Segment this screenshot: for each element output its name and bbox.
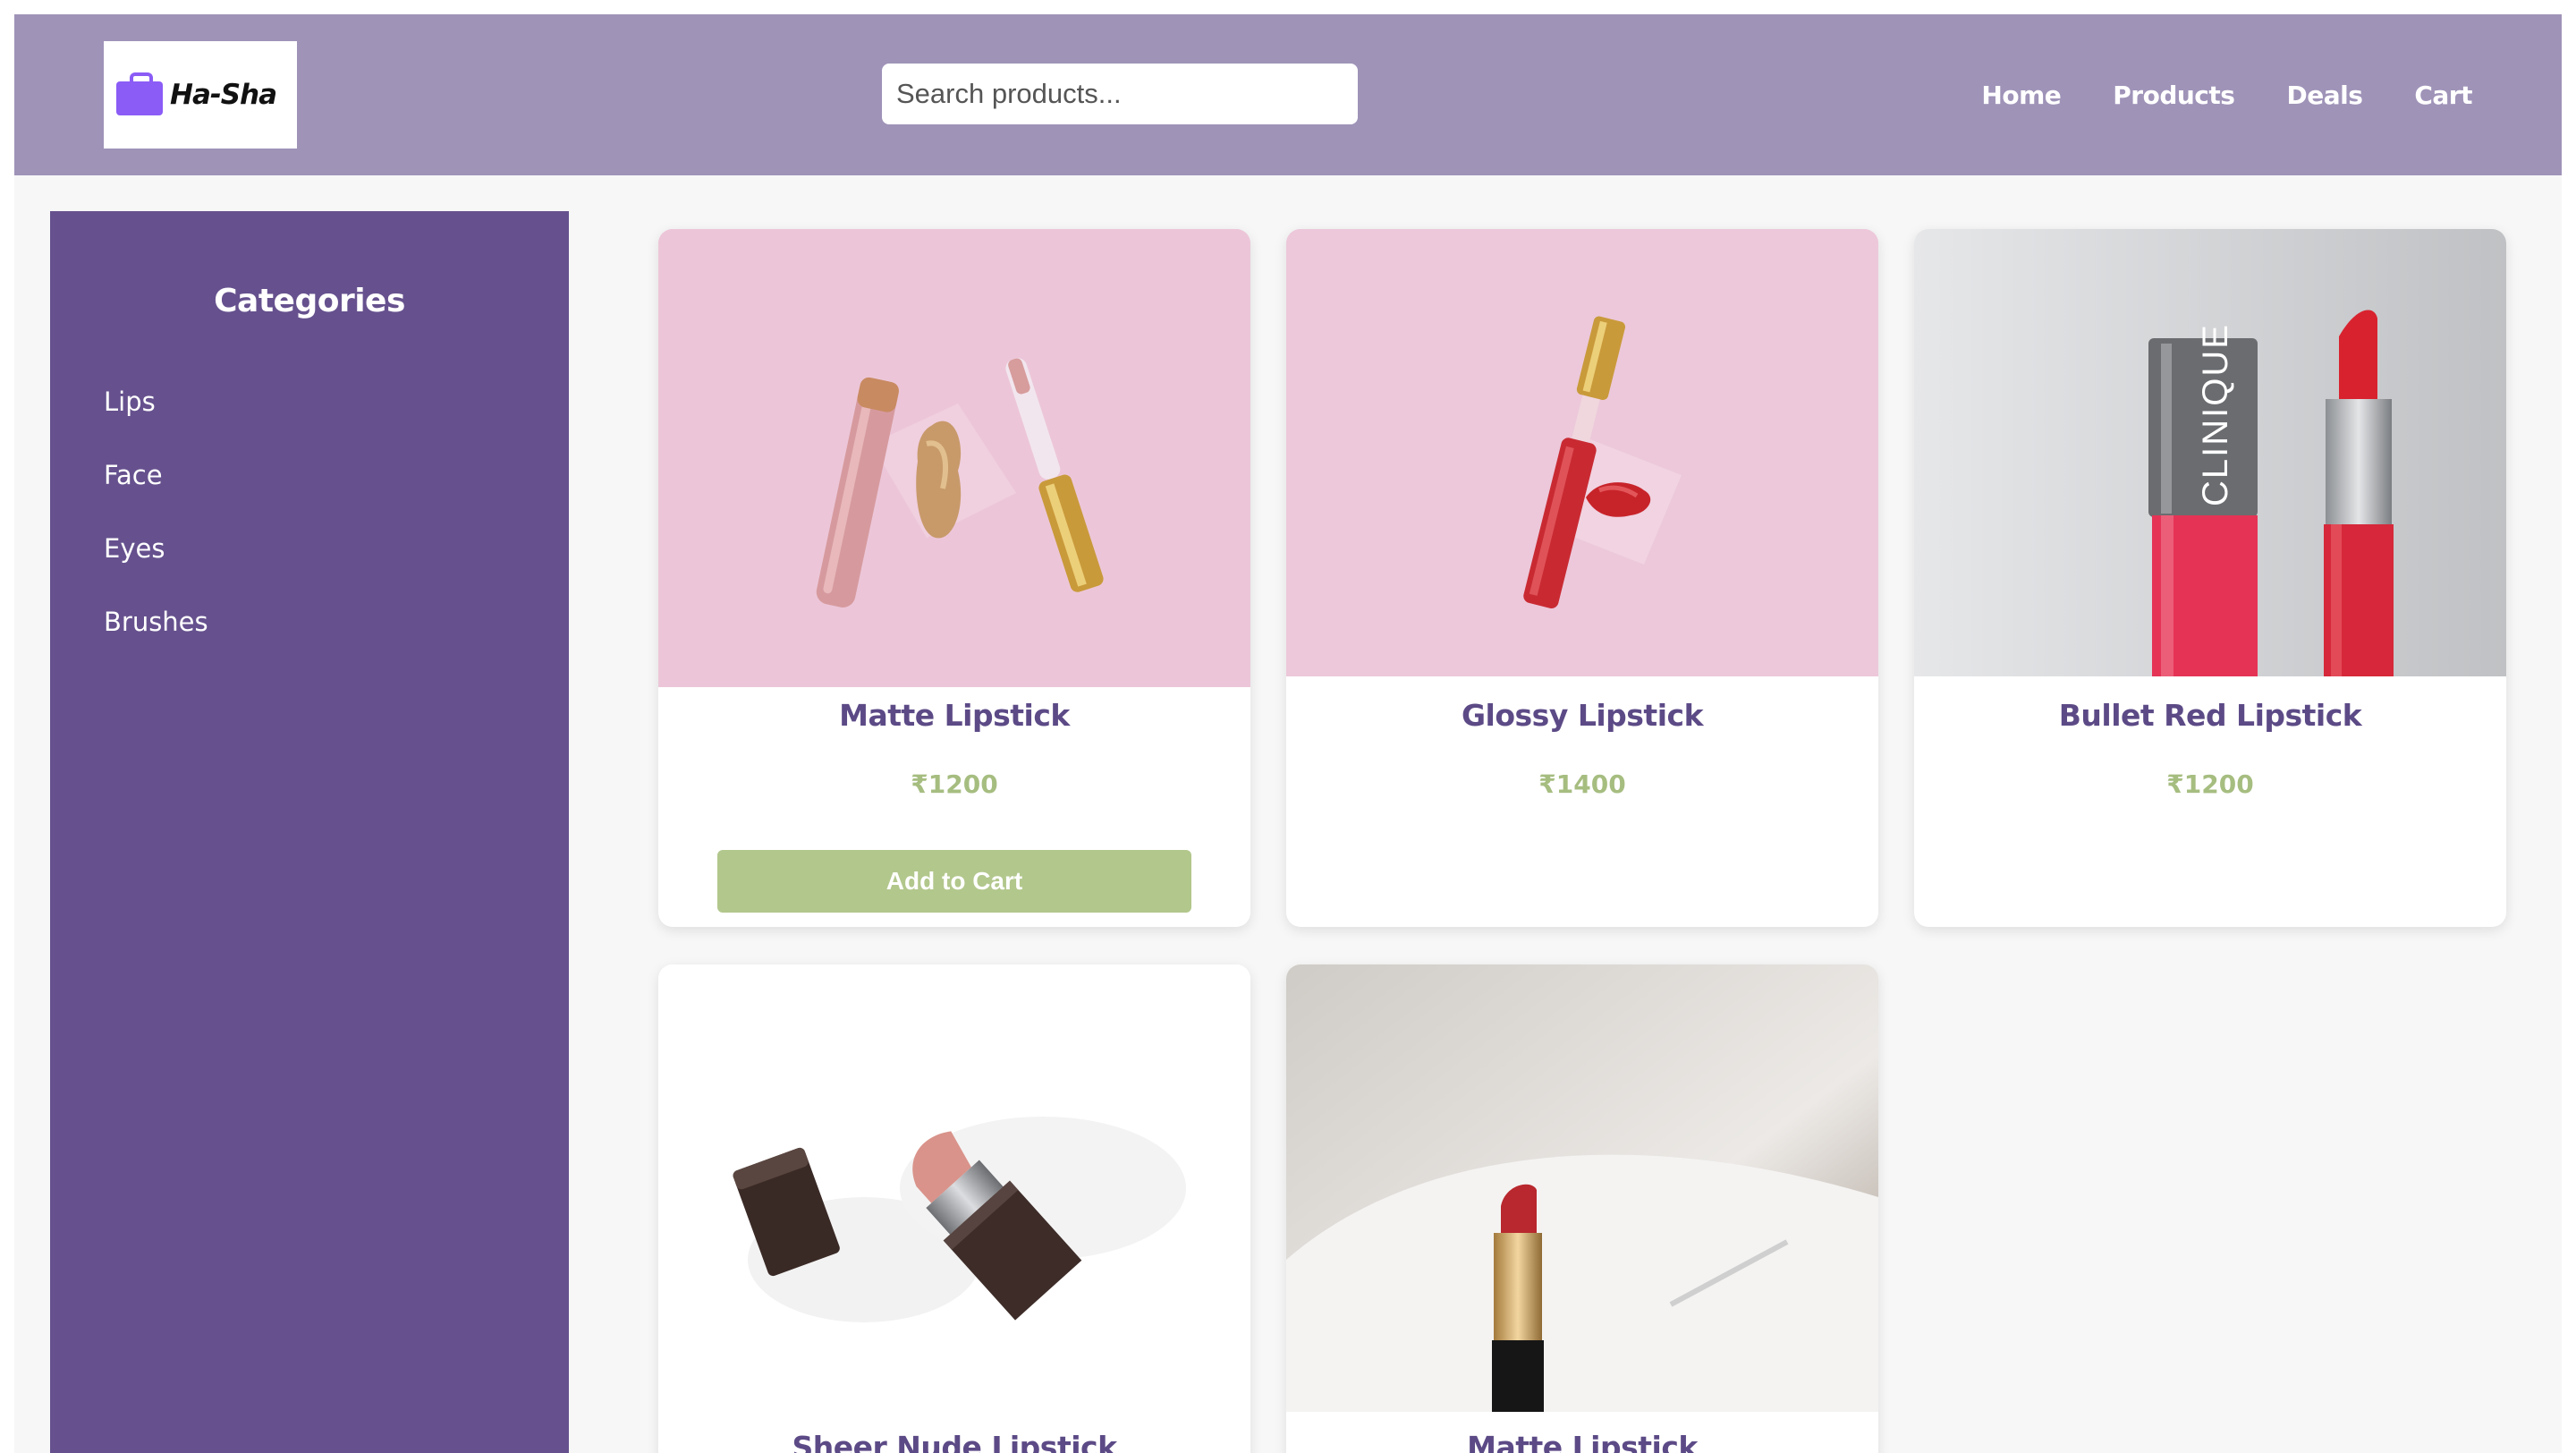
category-brushes[interactable]: Brushes (104, 607, 208, 637)
svg-text:CLINIQUE: CLINIQUE (2196, 323, 2235, 506)
category-sidebar: Categories Lips Face Eyes Brushes (50, 211, 569, 1453)
product-name[interactable]: Matte Lipstick (658, 698, 1250, 733)
product-image[interactable] (658, 964, 1250, 1412)
site-header: Ha-Sha Home Products Deals Cart (14, 14, 2562, 175)
product-card: CLINIQUE Bullet Red Lipstick ₹1200 (1914, 229, 2506, 927)
main-nav: Home Products Deals Cart (1981, 14, 2472, 175)
product-card: Sheer Nude Lipstick (658, 964, 1250, 1453)
shopping-bag-icon (116, 72, 163, 115)
nav-deals[interactable]: Deals (2286, 81, 2362, 110)
product-price: ₹1200 (2166, 769, 2254, 799)
logo-text: Ha-Sha (170, 79, 277, 111)
page: Ha-Sha Home Products Deals Cart Categori… (14, 14, 2562, 1453)
nav-products[interactable]: Products (2113, 81, 2235, 110)
product-image[interactable] (658, 229, 1250, 687)
product-image[interactable]: CLINIQUE (1914, 229, 2506, 676)
product-image[interactable] (1286, 229, 1878, 676)
product-card: Matte Lipstick (1286, 964, 1878, 1453)
product-image[interactable] (1286, 964, 1878, 1412)
product-name[interactable]: Matte Lipstick (1286, 1430, 1878, 1453)
product-name[interactable]: Sheer Nude Lipstick (658, 1430, 1250, 1453)
nav-home[interactable]: Home (1981, 81, 2061, 110)
category-eyes[interactable]: Eyes (104, 533, 165, 564)
nav-cart[interactable]: Cart (2414, 81, 2472, 110)
product-price: ₹1200 (911, 769, 998, 799)
search-input[interactable] (882, 64, 1358, 124)
sidebar-title: Categories (214, 283, 405, 319)
product-card: Matte Lipstick ₹1200 Add to Cart (658, 229, 1250, 927)
product-price: ₹1400 (1538, 769, 1626, 799)
category-face[interactable]: Face (104, 460, 163, 490)
category-lips[interactable]: Lips (104, 387, 156, 417)
logo[interactable]: Ha-Sha (104, 41, 297, 149)
product-name[interactable]: Bullet Red Lipstick (1914, 698, 2506, 733)
product-card: Glossy Lipstick ₹1400 (1286, 229, 1878, 927)
add-to-cart-button[interactable]: Add to Cart (717, 850, 1191, 913)
product-name[interactable]: Glossy Lipstick (1286, 698, 1878, 733)
